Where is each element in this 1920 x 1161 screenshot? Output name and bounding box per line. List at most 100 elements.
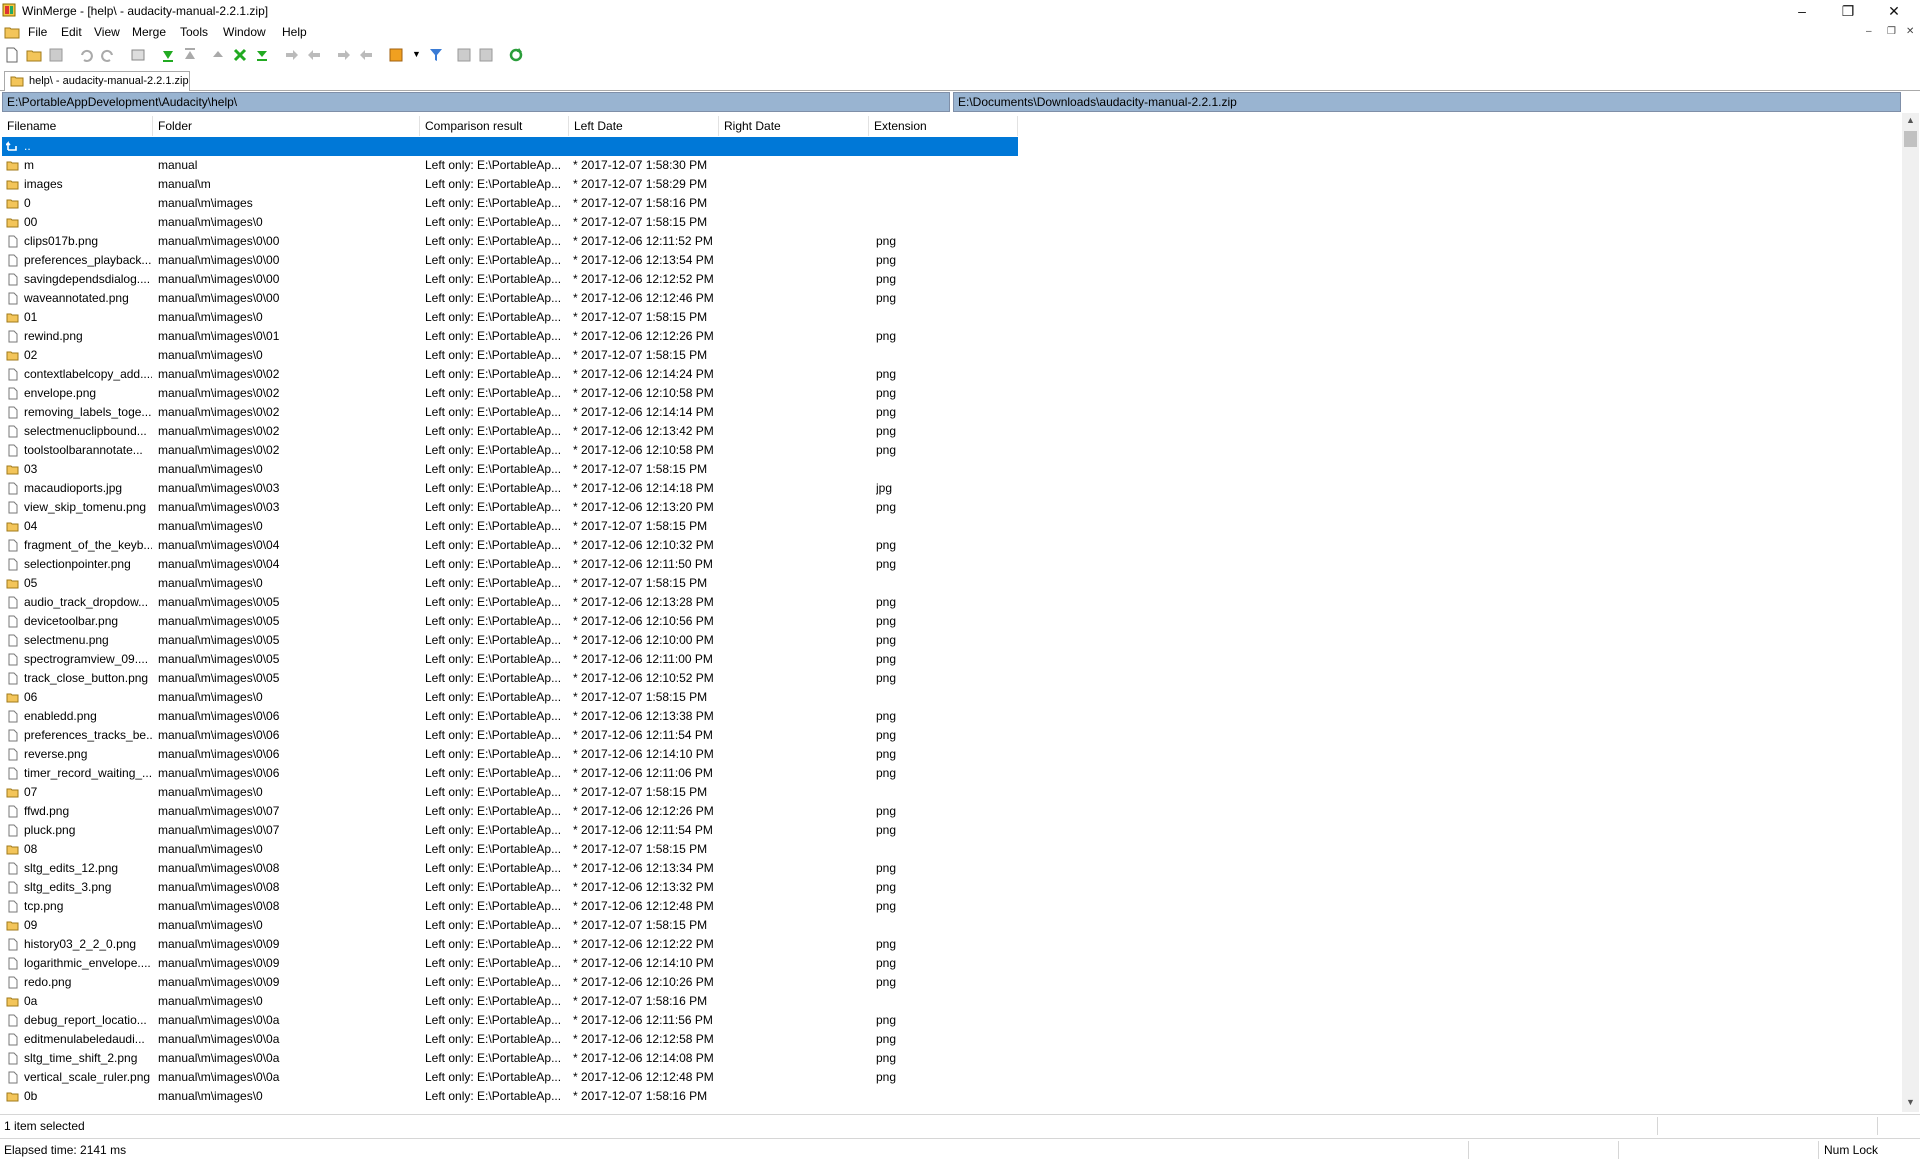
table-row[interactable]: sltg_edits_3.png manual\m\images\0\08 Left… <box>2 878 1018 897</box>
table-row[interactable]: timer_record_waiting_... manual\m\images\… <box>2 764 1018 783</box>
table-row[interactable]: toolstoolbarannotate... manual\m\images\0… <box>2 441 1018 460</box>
scroll-down-icon[interactable]: ▼ <box>1906 1097 1915 1107</box>
restore-button[interactable]: ❐ <box>1826 0 1870 22</box>
menu-merge[interactable]: Merge <box>132 25 166 39</box>
table-row[interactable]: rewind.png manual\m\images\0\01 Left only:… <box>2 327 1018 346</box>
table-row[interactable]: pluck.png manual\m\images\0\07 Left only: … <box>2 821 1018 840</box>
table-row[interactable]: 08 manual\m\images\0 Left only: E:\Portabl… <box>2 840 1018 859</box>
table-row[interactable]: audio_track_dropdow... manual\m\images\0\… <box>2 593 1018 612</box>
table-row[interactable]: 09 manual\m\images\0 Left only: E:\Portabl… <box>2 916 1018 935</box>
redo-icon[interactable] <box>100 47 116 63</box>
table-row[interactable]: devicetoolbar.png manual\m\images\0\05 Lef… <box>2 612 1018 631</box>
scroll-up-icon[interactable]: ▲ <box>1906 115 1915 125</box>
table-row[interactable]: clips017b.png manual\m\images\0\00 Left on… <box>2 232 1018 251</box>
close-window-button[interactable]: ✕ <box>1872 0 1916 22</box>
copy-right-advance-icon[interactable] <box>336 47 352 63</box>
header-extension[interactable]: Extension <box>869 116 1018 136</box>
table-row[interactable]: 07 manual\m\images\0 Left only: E:\Portabl… <box>2 783 1018 802</box>
header-folder[interactable]: Folder <box>153 116 420 136</box>
table-row[interactable]: 01 manual\m\images\0 Left only: E:\Portabl… <box>2 308 1018 327</box>
table-row[interactable]: debug_report_locatio... manual\m\images\0… <box>2 1011 1018 1030</box>
mdi-close-button[interactable]: ✕ <box>1906 26 1914 37</box>
open-icon[interactable] <box>26 47 42 63</box>
table-row[interactable]: selectmenu.png manual\m\images\0\05 Left o… <box>2 631 1018 650</box>
first-difference-icon[interactable] <box>210 47 226 63</box>
refresh-icon[interactable] <box>508 47 524 63</box>
table-row[interactable]: m manual Left only: E:\PortableAp... * 2017… <box>2 156 1018 175</box>
table-row[interactable]: 04 manual\m\images\0 Left only: E:\Portabl… <box>2 517 1018 536</box>
menu-edit[interactable]: Edit <box>61 25 82 39</box>
table-row[interactable]: macaudioports.jpg manual\m\images\0\03 Lef… <box>2 479 1018 498</box>
copy-left-icon[interactable] <box>306 47 322 63</box>
mdi-restore-button[interactable]: ❐ <box>1887 26 1896 37</box>
table-row[interactable]: history03_2_2_0.png manual\m\images\0\09 L… <box>2 935 1018 954</box>
table-row[interactable]: sltg_edits_12.png manual\m\images\0\08 Lef… <box>2 859 1018 878</box>
table-row[interactable]: reverse.png manual\m\images\0\06 Left only… <box>2 745 1018 764</box>
header-right-date[interactable]: Right Date <box>719 116 869 136</box>
minimize-button[interactable]: – <box>1780 0 1824 22</box>
table-row[interactable]: 02 manual\m\images\0 Left only: E:\Portabl… <box>2 346 1018 365</box>
table-row[interactable]: contextlabelcopy_add.... manual\m\images\… <box>2 365 1018 384</box>
menu-window[interactable]: Window <box>223 25 266 39</box>
table-row[interactable]: ffwd.png manual\m\images\0\07 Left only: E… <box>2 802 1018 821</box>
filter-icon[interactable] <box>428 47 444 63</box>
mdi-minimize-button[interactable]: – <box>1866 26 1872 37</box>
save-icon[interactable] <box>48 47 64 63</box>
table-row[interactable]: 03 manual\m\images\0 Left only: E:\Portabl… <box>2 460 1018 479</box>
new-icon[interactable] <box>4 47 20 63</box>
table-row[interactable]: tcp.png manual\m\images\0\08 Left only: E:… <box>2 897 1018 916</box>
table-row[interactable]: enabledd.png manual\m\images\0\06 Left onl… <box>2 707 1018 726</box>
undo-icon[interactable] <box>78 47 94 63</box>
header-left-date[interactable]: Left Date <box>569 116 719 136</box>
table-row[interactable]: removing_labels_toge... manual\m\images\0… <box>2 403 1018 422</box>
table-row[interactable]: waveannotated.png manual\m\images\0\00 Lef… <box>2 289 1018 308</box>
next-difference-icon[interactable] <box>160 47 176 63</box>
table-row[interactable]: editmenulabeledaudi... manual\m\images\0\… <box>2 1030 1018 1049</box>
copy-right-icon[interactable] <box>284 47 300 63</box>
table-row[interactable]: 0 manual\m\images Left only: E:\PortableAp… <box>2 194 1018 213</box>
table-row[interactable]: images manual\m Left only: E:\PortableAp..… <box>2 175 1018 194</box>
table-row[interactable]: view_skip_tomenu.png manual\m\images\0\03… <box>2 498 1018 517</box>
previous-difference-icon[interactable] <box>182 47 198 63</box>
table-row[interactable]: redo.png manual\m\images\0\09 Left only: E… <box>2 973 1018 992</box>
scrollbar-thumb[interactable] <box>1904 131 1917 147</box>
zoom-in-icon[interactable] <box>456 47 472 63</box>
table-row[interactable]: logarithmic_envelope.... manual\m\images\… <box>2 954 1018 973</box>
menu-help[interactable]: Help <box>282 25 307 39</box>
table-row[interactable]: 00 manual\m\images\0 Left only: E:\Portabl… <box>2 213 1018 232</box>
header-filename[interactable]: Filename <box>2 116 153 136</box>
winmerge-app-icon[interactable] <box>2 3 16 17</box>
view-options-icon[interactable] <box>130 47 146 63</box>
menu-tools[interactable]: Tools <box>180 25 208 39</box>
table-row[interactable]: 06 manual\m\images\0 Left only: E:\Portabl… <box>2 688 1018 707</box>
options-icon[interactable] <box>388 47 404 63</box>
folder-icon[interactable] <box>4 25 20 39</box>
table-row[interactable]: envelope.png manual\m\images\0\02 Left onl… <box>2 384 1018 403</box>
header-comparison-result[interactable]: Comparison result <box>420 116 569 136</box>
table-row[interactable]: track_close_button.png manual\m\images\0\… <box>2 669 1018 688</box>
copy-left-advance-icon[interactable] <box>358 47 374 63</box>
table-row[interactable]: 0b manual\m\images\0 Left only: E:\Portabl… <box>2 1087 1018 1106</box>
menu-file[interactable]: File <box>28 25 47 39</box>
table-row[interactable]: 05 manual\m\images\0 Left only: E:\Portabl… <box>2 574 1018 593</box>
table-row[interactable]: savingdependsdialog.... manual\m\images\0… <box>2 270 1018 289</box>
menu-view[interactable]: View <box>94 25 120 39</box>
chevron-down-icon[interactable]: ▼ <box>412 49 421 59</box>
table-row[interactable]: selectionpointer.png manual\m\images\0\04… <box>2 555 1018 574</box>
table-row[interactable]: vertical_scale_ruler.png manual\m\images\… <box>2 1068 1018 1087</box>
table-row[interactable]: fragment_of_the_keyb... manual\m\images\0… <box>2 536 1018 555</box>
table-row[interactable]: selectmenuclipbound... manual\m\images\0\… <box>2 422 1018 441</box>
last-difference-icon[interactable] <box>254 47 270 63</box>
table-row[interactable]: 0a manual\m\images\0 Left only: E:\Portabl… <box>2 992 1018 1011</box>
table-row[interactable]: spectrogramview_09.... manual\m\images\0\… <box>2 650 1018 669</box>
zoom-out-icon[interactable] <box>478 47 494 63</box>
current-difference-icon[interactable] <box>232 47 248 63</box>
tab-help-comparison[interactable]: help\ - audacity-manual-2.2.1.zip <box>4 71 190 91</box>
table-row[interactable]: sltg_time_shift_2.png manual\m\images\0\0… <box>2 1049 1018 1068</box>
left-path-bar[interactable]: E:\PortableAppDevelopment\Audacity\help\ <box>2 92 950 112</box>
table-row[interactable]: .. <box>2 137 1018 156</box>
vertical-scrollbar[interactable]: ▲ ▼ <box>1902 113 1919 1112</box>
right-path-bar[interactable]: E:\Documents\Downloads\audacity-manual-2… <box>953 92 1901 112</box>
table-row[interactable]: preferences_tracks_be... manual\m\images\… <box>2 726 1018 745</box>
table-row[interactable]: preferences_playback.... manual\m\images\… <box>2 251 1018 270</box>
